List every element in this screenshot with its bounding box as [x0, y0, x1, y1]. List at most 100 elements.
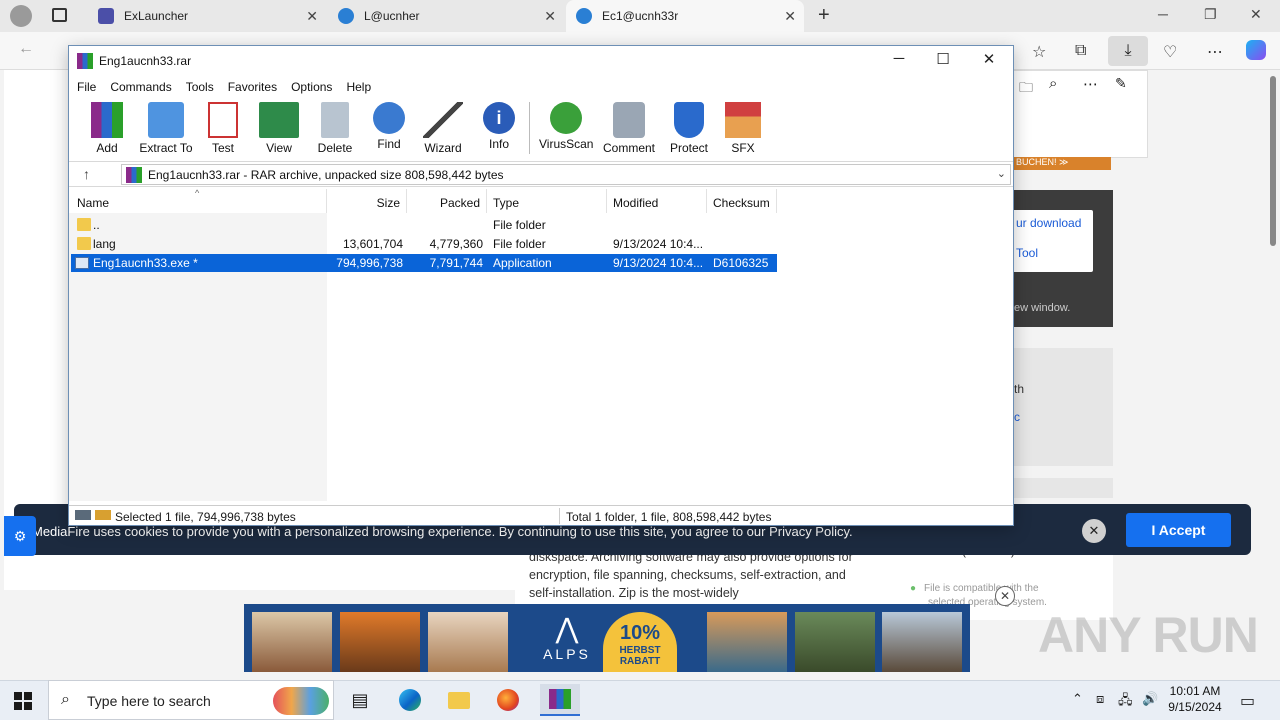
folder-extract-icon — [148, 102, 184, 138]
side-link[interactable]: c — [1014, 410, 1020, 424]
scrollbar-thumb[interactable] — [1270, 76, 1276, 246]
task-view-icon[interactable]: ▤ — [344, 684, 376, 716]
path-bar: ↑ Eng1aucnh33.rar - RAR archive, unpacke… — [69, 161, 1013, 187]
network-icon[interactable]: 🖧 — [1118, 691, 1133, 713]
article-text: diskspace. Archiving software may also p… — [529, 550, 853, 600]
firefox-icon[interactable] — [492, 684, 524, 716]
column-header-modified[interactable]: Modified — [607, 189, 707, 213]
taskbar-search-box[interactable]: ⌕ Type here to search — [48, 680, 334, 720]
column-header-checksum[interactable]: Checksum — [707, 189, 777, 213]
trash-bin-icon — [321, 102, 349, 138]
more-icon[interactable]: ⋯ — [1083, 75, 1098, 93]
info-button[interactable]: i Info — [479, 102, 519, 151]
winrar-titlebar[interactable]: Eng1aucnh33.rar ─ ☐ ✕ — [69, 46, 1013, 76]
tab-actions-icon[interactable] — [52, 8, 67, 22]
winrar-taskbar-icon[interactable] — [540, 684, 580, 716]
accept-cookies-button[interactable]: I Accept — [1126, 513, 1231, 547]
menu-options[interactable]: Options — [291, 80, 332, 94]
more-options-icon[interactable]: ⋯ — [1207, 42, 1223, 62]
info-card: th c — [1010, 348, 1113, 466]
tab-lucnher[interactable]: L@ucnher ✕ — [328, 0, 564, 32]
delete-button[interactable]: Delete — [313, 102, 357, 155]
edge-taskbar-icon[interactable] — [394, 684, 426, 716]
file-row-lang[interactable]: lang 13,601,704 4,779,360 File folder 9/… — [71, 235, 777, 253]
add-button[interactable]: Add — [87, 102, 127, 155]
up-arrow-icon[interactable]: ↑ — [83, 166, 90, 182]
status-bar: Selected 1 file, 794,996,738 bytes Total… — [69, 505, 1013, 525]
copilot-icon[interactable] — [1246, 40, 1266, 60]
ad-brand: ⋀ ALPS — [536, 612, 598, 672]
close-window-icon[interactable]: ✕ — [979, 50, 999, 70]
download-link[interactable]: ur download — [1010, 210, 1093, 230]
mountain-icon: ⋀ — [555, 613, 579, 644]
menu-tools[interactable]: Tools — [186, 80, 214, 94]
side-text: th — [1014, 382, 1025, 396]
find-button[interactable]: Find — [369, 102, 409, 151]
tab-ec1[interactable]: Ec1@ucnh33r ✕ — [566, 0, 804, 32]
toolbar: Add Extract To Test View Delete Find Wiz… — [69, 98, 1013, 158]
comment-button[interactable]: Comment — [601, 102, 657, 155]
browser-essentials-icon[interactable]: ♡ — [1163, 42, 1177, 62]
folder-icon[interactable]: 🗀 — [1019, 77, 1033, 101]
system-clock[interactable]: 10:01 AM 9/15/2024 — [1160, 683, 1230, 715]
tab-exlauncher[interactable]: ExLauncher ✕ — [88, 0, 326, 32]
column-header-type[interactable]: Type — [487, 189, 607, 213]
close-tab-icon[interactable]: ✕ — [306, 8, 318, 25]
windows-start-icon[interactable] — [14, 692, 32, 710]
minimize-icon[interactable]: ─ — [889, 50, 909, 70]
view-book-icon — [259, 102, 299, 138]
network-drive-icon[interactable]: ⧈ — [1096, 691, 1104, 707]
file-list: Name ^ Size Packed Type Modified Checksu… — [69, 188, 1013, 501]
protect-button[interactable]: Protect — [667, 102, 711, 155]
notification-icon[interactable]: ▭ — [1240, 691, 1255, 711]
chevron-up-icon[interactable]: ⌃ — [1072, 691, 1083, 707]
wizard-button[interactable]: Wizard — [421, 102, 465, 155]
virusscan-button[interactable]: VirusScan — [539, 102, 593, 151]
toolbar-separator — [529, 102, 530, 154]
close-tab-icon[interactable]: ✕ — [784, 8, 796, 25]
extract-to-button[interactable]: Extract To — [139, 102, 193, 155]
ad-photo-4 — [707, 612, 787, 672]
profile-icon[interactable] — [10, 5, 32, 27]
maximize-icon[interactable]: ☐ — [933, 50, 953, 70]
download-links: ur download Tool — [1010, 210, 1093, 272]
file-explorer-icon[interactable] — [443, 684, 475, 716]
application-exe-icon — [75, 257, 89, 269]
cookie-close-button[interactable]: ✕ — [1082, 519, 1106, 543]
feedback-badge[interactable]: ⚙ — [4, 516, 36, 556]
menu-favorites[interactable]: Favorites — [228, 80, 277, 94]
comment-icon — [613, 102, 645, 138]
chevron-down-icon[interactable]: ⌄ — [997, 167, 1006, 180]
view-button[interactable]: View — [257, 102, 301, 155]
close-tab-icon[interactable]: ✕ — [544, 8, 556, 25]
archive-path-field[interactable]: Eng1aucnh33.rar - RAR archive, unpacked … — [121, 164, 1011, 185]
minimize-icon[interactable]: ─ — [1158, 6, 1168, 22]
column-header-name[interactable]: Name ^ — [69, 188, 327, 213]
new-tab-icon[interactable]: + — [818, 4, 830, 27]
collections-icon[interactable]: ⧉ — [1075, 42, 1086, 60]
favorite-star-icon[interactable]: ☆ — [1032, 42, 1046, 62]
column-header-size[interactable]: Size — [327, 189, 407, 213]
file-row-exe[interactable]: Eng1aucnh33.exe * 794,996,738 7,791,744 … — [71, 254, 777, 272]
ad-photo-3 — [428, 612, 508, 672]
restore-icon[interactable]: ❐ — [1204, 6, 1217, 23]
menu-help[interactable]: Help — [346, 80, 371, 94]
search-icon[interactable]: ⌕ — [1049, 75, 1057, 92]
menu-commands[interactable]: Commands — [110, 80, 171, 94]
menu-file[interactable]: File — [77, 80, 96, 94]
volume-icon[interactable]: 🔊 — [1142, 691, 1158, 707]
file-row-parent[interactable]: .. File folder — [71, 216, 777, 234]
close-window-icon[interactable]: ✕ — [1250, 6, 1262, 23]
test-button[interactable]: Test — [205, 102, 241, 155]
archive-path: Eng1aucnh33.rar - RAR archive, unpacked … — [148, 168, 504, 182]
ad-close-button[interactable]: ✕ — [995, 586, 1015, 606]
column-header-packed[interactable]: Packed — [407, 189, 487, 213]
pin-icon[interactable]: ✎ — [1115, 75, 1127, 92]
back-arrow-icon[interactable]: ← — [18, 40, 34, 58]
sfx-button[interactable]: SFX — [723, 102, 763, 155]
downloads-panel: 🗀 ⌕ ⋯ ✎ — [1010, 70, 1148, 158]
downloads-button[interactable]: ⤓ — [1108, 36, 1148, 66]
ad-photo-5 — [795, 612, 875, 672]
tool-link[interactable]: Tool — [1010, 230, 1093, 260]
orange-banner[interactable]: BUCHEN! ≫ — [1010, 157, 1111, 170]
